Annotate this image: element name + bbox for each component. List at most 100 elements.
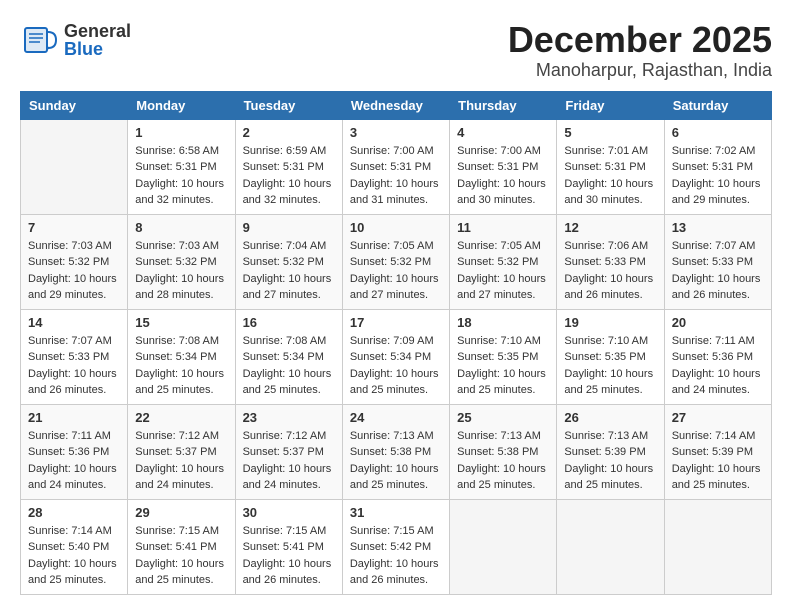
day-info: Sunrise: 7:14 AMSunset: 5:40 PMDaylight:… bbox=[28, 523, 120, 589]
col-header-saturday: Saturday bbox=[664, 91, 771, 119]
calendar-cell: 12 Sunrise: 7:06 AMSunset: 5:33 PMDayligh… bbox=[557, 214, 664, 309]
logo-general-text: General bbox=[64, 22, 131, 40]
day-number: 1 bbox=[135, 125, 227, 140]
calendar-cell: 31 Sunrise: 7:15 AMSunset: 5:42 PMDayligh… bbox=[342, 499, 449, 594]
day-info: Sunrise: 6:59 AMSunset: 5:31 PMDaylight:… bbox=[243, 143, 335, 209]
day-number: 13 bbox=[672, 220, 764, 235]
day-info: Sunrise: 7:08 AMSunset: 5:34 PMDaylight:… bbox=[243, 333, 335, 399]
logo-blue-text: Blue bbox=[64, 40, 131, 58]
calendar-cell: 27Sunrise: 7:14 AMSunset: 5:39 PMDayligh… bbox=[664, 404, 771, 499]
col-header-thursday: Thursday bbox=[450, 91, 557, 119]
calendar-cell: 26 Sunrise: 7:13 AMSunset: 5:39 PMDayligh… bbox=[557, 404, 664, 499]
day-number: 3 bbox=[350, 125, 442, 140]
day-number: 9 bbox=[243, 220, 335, 235]
calendar-header-row: SundayMondayTuesdayWednesdayThursdayFrid… bbox=[21, 91, 772, 119]
day-info: Sunrise: 7:15 AMSunset: 5:42 PMDaylight:… bbox=[350, 523, 442, 589]
calendar-cell: 4 Sunrise: 7:00 AMSunset: 5:31 PMDaylight… bbox=[450, 119, 557, 214]
day-info: Sunrise: 7:04 AMSunset: 5:32 PMDaylight:… bbox=[243, 238, 335, 304]
day-number: 10 bbox=[350, 220, 442, 235]
calendar-week-row: 1 Sunrise: 6:58 AMSunset: 5:31 PMDaylight… bbox=[21, 119, 772, 214]
calendar-week-row: 21Sunrise: 7:11 AMSunset: 5:36 PMDayligh… bbox=[21, 404, 772, 499]
day-info: Sunrise: 7:06 AMSunset: 5:33 PMDaylight:… bbox=[564, 238, 656, 304]
month-title: December 2025 bbox=[508, 20, 772, 60]
calendar-cell: 6Sunrise: 7:02 AMSunset: 5:31 PMDaylight… bbox=[664, 119, 771, 214]
calendar-cell: 21Sunrise: 7:11 AMSunset: 5:36 PMDayligh… bbox=[21, 404, 128, 499]
calendar-cell: 9 Sunrise: 7:04 AMSunset: 5:32 PMDaylight… bbox=[235, 214, 342, 309]
day-info: Sunrise: 7:00 AMSunset: 5:31 PMDaylight:… bbox=[350, 143, 442, 209]
day-info: Sunrise: 7:12 AMSunset: 5:37 PMDaylight:… bbox=[135, 428, 227, 494]
calendar-cell: 22 Sunrise: 7:12 AMSunset: 5:37 PMDayligh… bbox=[128, 404, 235, 499]
day-number: 14 bbox=[28, 315, 120, 330]
col-header-monday: Monday bbox=[128, 91, 235, 119]
day-number: 4 bbox=[457, 125, 549, 140]
day-info: Sunrise: 7:10 AMSunset: 5:35 PMDaylight:… bbox=[457, 333, 549, 399]
day-info: Sunrise: 7:00 AMSunset: 5:31 PMDaylight:… bbox=[457, 143, 549, 209]
day-number: 24 bbox=[350, 410, 442, 425]
day-info: Sunrise: 7:07 AMSunset: 5:33 PMDaylight:… bbox=[672, 238, 764, 304]
calendar-table: SundayMondayTuesdayWednesdayThursdayFrid… bbox=[20, 91, 772, 595]
day-info: Sunrise: 7:02 AMSunset: 5:31 PMDaylight:… bbox=[672, 143, 764, 209]
day-number: 12 bbox=[564, 220, 656, 235]
day-number: 2 bbox=[243, 125, 335, 140]
calendar-cell bbox=[450, 499, 557, 594]
day-number: 17 bbox=[350, 315, 442, 330]
day-number: 5 bbox=[564, 125, 656, 140]
day-number: 30 bbox=[243, 505, 335, 520]
day-info: Sunrise: 7:15 AMSunset: 5:41 PMDaylight:… bbox=[135, 523, 227, 589]
day-number: 20 bbox=[672, 315, 764, 330]
page-header: General Blue December 2025 Manoharpur, R… bbox=[20, 20, 772, 81]
calendar-cell: 18Sunrise: 7:10 AMSunset: 5:35 PMDayligh… bbox=[450, 309, 557, 404]
calendar-cell: 7Sunrise: 7:03 AMSunset: 5:32 PMDaylight… bbox=[21, 214, 128, 309]
day-info: Sunrise: 7:08 AMSunset: 5:34 PMDaylight:… bbox=[135, 333, 227, 399]
calendar-cell: 3 Sunrise: 7:00 AMSunset: 5:31 PMDaylight… bbox=[342, 119, 449, 214]
day-info: Sunrise: 7:12 AMSunset: 5:37 PMDaylight:… bbox=[243, 428, 335, 494]
calendar-cell: 19Sunrise: 7:10 AMSunset: 5:35 PMDayligh… bbox=[557, 309, 664, 404]
calendar-cell: 30 Sunrise: 7:15 AMSunset: 5:41 PMDayligh… bbox=[235, 499, 342, 594]
day-info: Sunrise: 7:13 AMSunset: 5:39 PMDaylight:… bbox=[564, 428, 656, 494]
day-info: Sunrise: 7:15 AMSunset: 5:41 PMDaylight:… bbox=[243, 523, 335, 589]
calendar-week-row: 7 Sunrise: 7:03 AMSunset: 5:32 PMDaylight… bbox=[21, 214, 772, 309]
day-number: 28 bbox=[28, 505, 120, 520]
calendar-cell: 15Sunrise: 7:08 AMSunset: 5:34 PMDayligh… bbox=[128, 309, 235, 404]
day-info: Sunrise: 7:11 AMSunset: 5:36 PMDaylight:… bbox=[672, 333, 764, 399]
logo-icon bbox=[20, 20, 60, 60]
calendar-cell: 25 Sunrise: 7:13 AMSunset: 5:38 PMDayligh… bbox=[450, 404, 557, 499]
col-header-tuesday: Tuesday bbox=[235, 91, 342, 119]
day-info: Sunrise: 7:05 AMSunset: 5:32 PMDaylight:… bbox=[457, 238, 549, 304]
day-number: 8 bbox=[135, 220, 227, 235]
day-number: 7 bbox=[28, 220, 120, 235]
day-info: Sunrise: 7:10 AMSunset: 5:35 PMDaylight:… bbox=[564, 333, 656, 399]
day-info: Sunrise: 7:11 AMSunset: 5:36 PMDaylight:… bbox=[28, 428, 120, 494]
calendar-cell: 20 Sunrise: 7:11 AMSunset: 5:36 PMDayligh… bbox=[664, 309, 771, 404]
day-number: 29 bbox=[135, 505, 227, 520]
logo-text: General Blue bbox=[64, 22, 131, 58]
calendar-cell: 1 Sunrise: 6:58 AMSunset: 5:31 PMDaylight… bbox=[128, 119, 235, 214]
calendar-week-row: 28 Sunrise: 7:14 AMSunset: 5:40 PMDayligh… bbox=[21, 499, 772, 594]
day-number: 26 bbox=[564, 410, 656, 425]
day-number: 16 bbox=[243, 315, 335, 330]
calendar-cell: 11 Sunrise: 7:05 AMSunset: 5:32 PMDayligh… bbox=[450, 214, 557, 309]
day-info: Sunrise: 6:58 AMSunset: 5:31 PMDaylight:… bbox=[135, 143, 227, 209]
day-number: 31 bbox=[350, 505, 442, 520]
day-info: Sunrise: 7:01 AMSunset: 5:31 PMDaylight:… bbox=[564, 143, 656, 209]
day-info: Sunrise: 7:13 AMSunset: 5:38 PMDaylight:… bbox=[350, 428, 442, 494]
day-info: Sunrise: 7:13 AMSunset: 5:38 PMDaylight:… bbox=[457, 428, 549, 494]
day-info: Sunrise: 7:09 AMSunset: 5:34 PMDaylight:… bbox=[350, 333, 442, 399]
calendar-cell: 5 Sunrise: 7:01 AMSunset: 5:31 PMDaylight… bbox=[557, 119, 664, 214]
calendar-cell bbox=[557, 499, 664, 594]
calendar-week-row: 14Sunrise: 7:07 AMSunset: 5:33 PMDayligh… bbox=[21, 309, 772, 404]
day-info: Sunrise: 7:03 AMSunset: 5:32 PMDaylight:… bbox=[135, 238, 227, 304]
day-number: 11 bbox=[457, 220, 549, 235]
logo: General Blue bbox=[20, 20, 131, 60]
calendar-cell: 8 Sunrise: 7:03 AMSunset: 5:32 PMDaylight… bbox=[128, 214, 235, 309]
day-number: 23 bbox=[243, 410, 335, 425]
calendar-cell: 2 Sunrise: 6:59 AMSunset: 5:31 PMDaylight… bbox=[235, 119, 342, 214]
calendar-cell: 13 Sunrise: 7:07 AMSunset: 5:33 PMDayligh… bbox=[664, 214, 771, 309]
day-number: 22 bbox=[135, 410, 227, 425]
calendar-cell: 14Sunrise: 7:07 AMSunset: 5:33 PMDayligh… bbox=[21, 309, 128, 404]
day-info: Sunrise: 7:05 AMSunset: 5:32 PMDaylight:… bbox=[350, 238, 442, 304]
calendar-cell: 16 Sunrise: 7:08 AMSunset: 5:34 PMDayligh… bbox=[235, 309, 342, 404]
day-number: 25 bbox=[457, 410, 549, 425]
calendar-cell bbox=[21, 119, 128, 214]
location-title: Manoharpur, Rajasthan, India bbox=[508, 60, 772, 81]
